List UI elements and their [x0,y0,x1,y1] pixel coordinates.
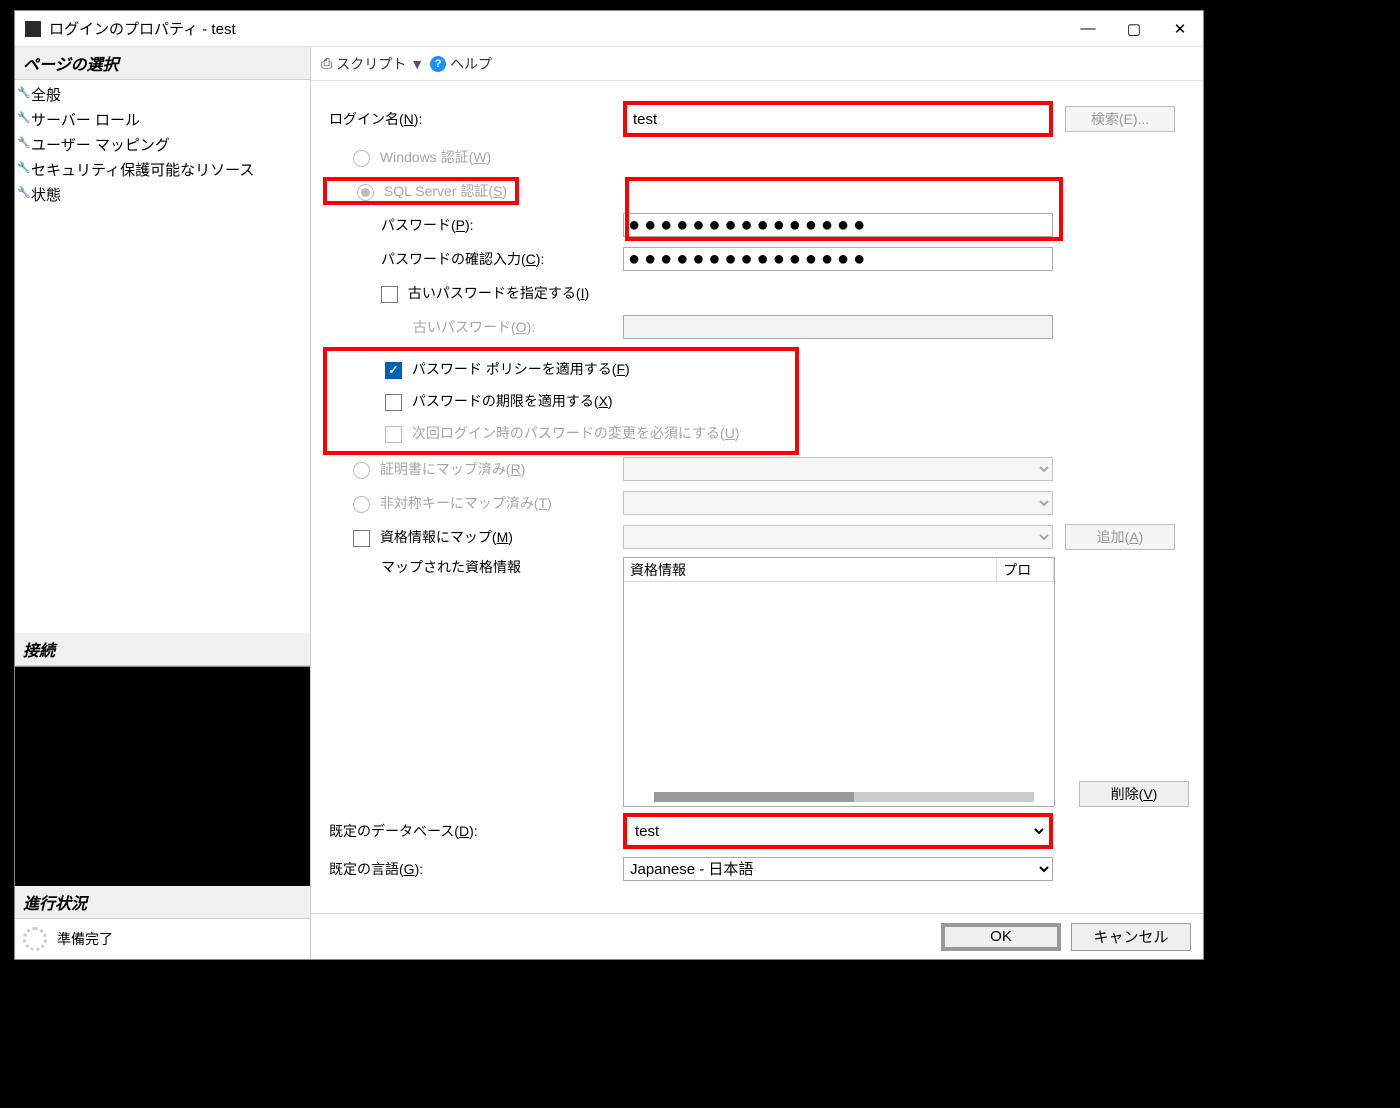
credentials-grid[interactable]: 資格情報 プロ [623,557,1055,807]
checkbox-icon[interactable] [385,394,402,411]
close-button[interactable]: ✕ [1157,11,1203,47]
progress-status: 準備完了 [57,929,113,949]
password-input[interactable] [623,213,1053,237]
old-password-label: 古いパスワード(O): [323,317,623,337]
script-icon: ⎙ [321,55,332,72]
sql-auth-option: SQL Server 認証(S) [323,177,519,205]
login-name-input[interactable] [629,107,1047,131]
checkbox-icon[interactable] [385,362,402,379]
help-icon: ? [430,56,446,72]
credential-select [623,525,1053,549]
left-panel: ページの選択 全般 サーバー ロール ユーザー マッピング セキュリティ保護可能… [15,47,311,959]
nav-server-roles[interactable]: サーバー ロール [15,107,310,132]
confirm-password-label: パスワードの確認入力(C): [323,249,623,269]
login-name-label: ログイン名(N): [323,109,623,129]
asym-select [623,491,1053,515]
grid-col-credential[interactable]: 資格情報 [624,558,997,581]
confirm-password-input[interactable] [623,247,1053,271]
form-area: ログイン名(N): 検索(E)... Windows 認証(W) S [311,81,1203,913]
ok-button[interactable]: OK [941,923,1061,951]
add-credential-button: 追加(A) [1065,524,1175,550]
connection-box [15,666,310,886]
password-policy-highlight: パスワード ポリシーを適用する(F) パスワードの期限を適用する(X) 次回ログ… [323,347,799,455]
cert-select [623,457,1053,481]
grid-col-provider[interactable]: プロ [997,558,1054,581]
progress-row: 準備完了 [15,919,310,959]
nav-general[interactable]: 全般 [15,82,310,107]
default-language-label: 既定の言語(G): [323,859,623,879]
script-button[interactable]: ⎙ スクリプト ▼ [321,54,424,74]
nav-status[interactable]: 状態 [15,182,310,207]
radio-icon [353,150,370,167]
windows-auth-option: Windows 認証(W) [323,147,623,167]
app-icon [25,21,41,37]
radio-icon [353,462,370,479]
default-database-label: 既定のデータベース(D): [323,821,623,841]
password-label: パスワード(P): [323,215,623,235]
specify-old-password-option[interactable]: 古いパスワードを指定する(I) [323,283,623,303]
progress-header: 進行状況 [15,886,310,919]
checkbox-icon[interactable] [353,530,370,547]
spinner-icon [23,927,47,951]
cancel-button[interactable]: キャンセル [1071,923,1191,951]
maximize-button[interactable]: ▢ [1111,11,1157,47]
chevron-down-icon: ▼ [410,56,424,72]
connection-header: 接続 [15,633,310,666]
mapped-cert-option: 証明書にマップ済み(R) [323,459,623,479]
checkbox-icon [385,426,402,443]
enforce-policy-option[interactable]: パスワード ポリシーを適用する(F) [327,359,630,379]
default-language-select[interactable]: Japanese - 日本語 [623,857,1053,881]
page-select-header: ページの選択 [15,47,310,80]
login-properties-dialog: ログインのプロパティ - test — ▢ ✕ ページの選択 全般 サーバー ロ… [14,10,1204,960]
dialog-footer: OK キャンセル [311,913,1203,959]
radio-icon [357,184,374,201]
enforce-expiration-option[interactable]: パスワードの期限を適用する(X) [327,391,613,411]
toolbar: ⎙ スクリプト ▼ ? ヘルプ [311,47,1203,81]
mapped-asym-option: 非対称キーにマップ済み(T) [323,493,623,513]
default-database-select[interactable]: test [629,819,1047,843]
search-button: 検索(E)... [1065,106,1175,132]
radio-icon [353,496,370,513]
right-panel: ⎙ スクリプト ▼ ? ヘルプ ログイン名(N): 検索(E)... [311,47,1203,959]
remove-credential-button[interactable]: 削除(V) [1079,781,1189,807]
nav-securables[interactable]: セキュリティ保護可能なリソース [15,157,310,182]
mapped-credentials-label: マップされた資格情報 [323,557,623,577]
titlebar[interactable]: ログインのプロパティ - test — ▢ ✕ [15,11,1203,47]
old-password-input [623,315,1053,339]
help-button[interactable]: ? ヘルプ [430,54,492,74]
nav-user-mapping[interactable]: ユーザー マッピング [15,132,310,157]
minimize-button[interactable]: — [1065,11,1111,47]
map-credential-option[interactable]: 資格情報にマップ(M) [323,527,623,547]
window-title: ログインのプロパティ - test [49,18,1065,39]
must-change-option: 次回ログイン時のパスワードの変更を必須にする(U) [327,423,740,443]
horizontal-scrollbar[interactable] [654,792,1034,802]
checkbox-icon[interactable] [381,286,398,303]
page-nav: 全般 サーバー ロール ユーザー マッピング セキュリティ保護可能なリソース 状… [15,80,310,209]
